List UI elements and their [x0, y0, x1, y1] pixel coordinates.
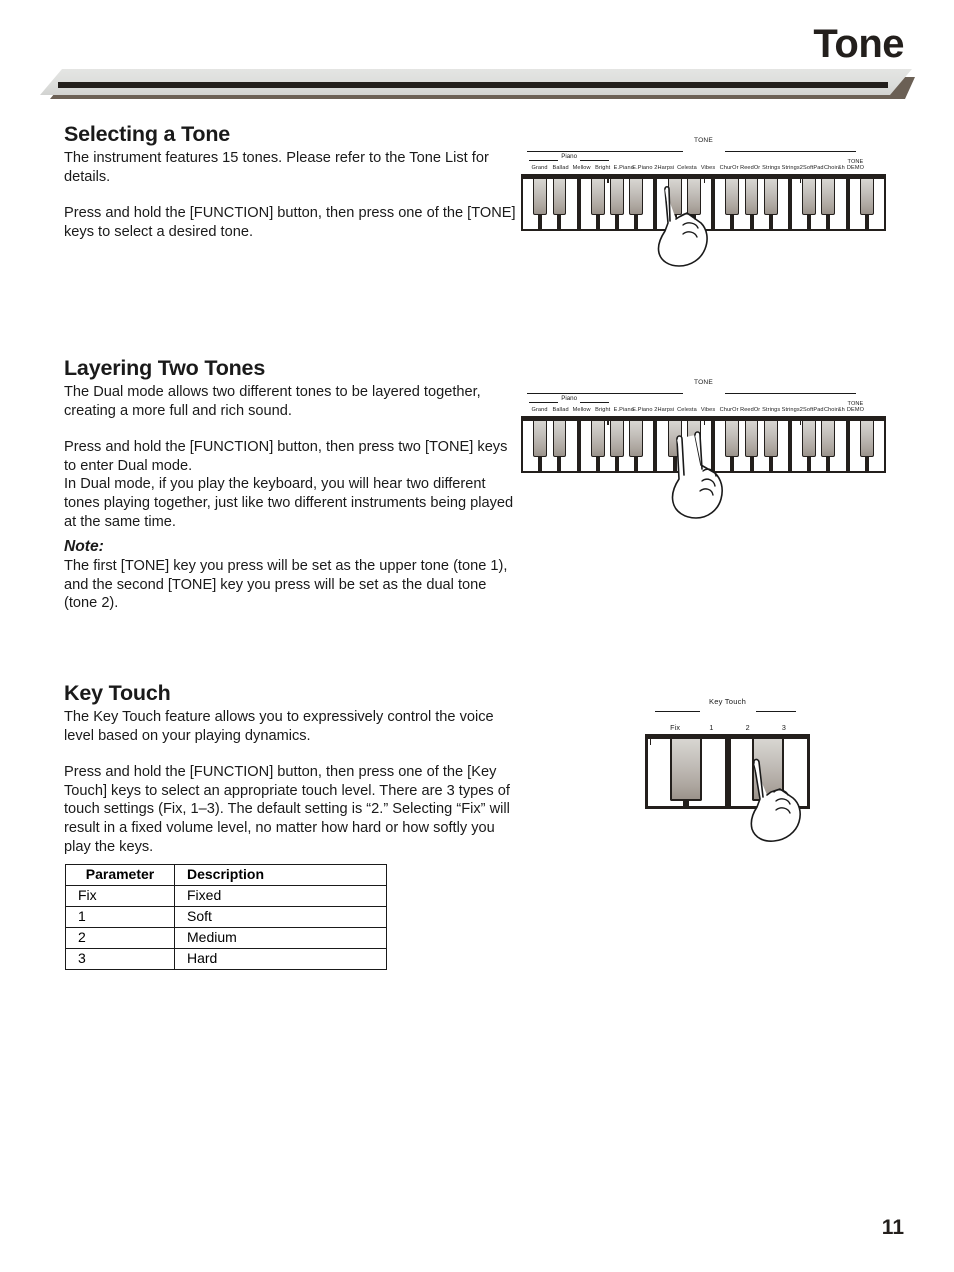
table-cell-parameter: 1 [65, 906, 175, 928]
tone-panel-labels-2: TONE Piano Grand Ballad Mellow Bright E.Piano E… [521, 379, 886, 416]
table-row: 1 Soft [65, 906, 387, 928]
heading-layering-two-tones: Layering Two Tones [64, 356, 266, 380]
table-cell-parameter: 3 [65, 948, 175, 970]
page-header: Tone [0, 0, 954, 115]
layering-paragraph-2: Press and hold the [FUNCTION] button, th… [64, 439, 514, 530]
tone-bracket-title: TONE [694, 137, 713, 144]
tone-demo-label-line2: DEMO [846, 407, 865, 414]
table-cell-description: Fixed [174, 885, 387, 907]
layering-paragraph-1: The Dual mode allows two different tones… [64, 384, 481, 419]
table-row: Fix Fixed [65, 885, 387, 907]
keyboard-octave-tick [607, 421, 609, 425]
header-decorative-ribbon [40, 69, 915, 101]
ribbon-body [40, 69, 912, 95]
figure-key-touch-panel: Key Touch Fix 1 2 3 [645, 697, 810, 842]
tone-bracket-line-right [724, 151, 856, 153]
hand-one-finger-icon [750, 758, 801, 842]
keytouch-paragraph-2: Press and hold the [FUNCTION] button, th… [64, 764, 510, 855]
page-title: Tone [813, 22, 904, 66]
tone-bracket-line-right [724, 393, 856, 395]
tone-bracket-line-left [527, 393, 683, 395]
black-key[interactable] [590, 179, 605, 215]
key-touch-parameter-table: Parameter Description Fix Fixed 1 Soft 2 Medi… [65, 864, 387, 970]
table-row: 2 Medium [65, 927, 387, 949]
piano-sub-bracket-title: Piano [561, 153, 578, 160]
black-key[interactable] [590, 421, 605, 457]
black-key[interactable] [763, 421, 778, 457]
page-footer: 11 [882, 1216, 904, 1240]
black-key[interactable] [629, 421, 644, 457]
hand-two-finger-icon [671, 431, 723, 519]
tone-demo-label: TONE DEMO [840, 401, 872, 414]
table-cell-parameter: 2 [65, 927, 175, 949]
heading-key-touch: Key Touch [64, 681, 171, 705]
keytouch-bracket-line-left [655, 711, 700, 713]
black-key[interactable] [859, 179, 874, 215]
black-key[interactable] [610, 421, 624, 457]
table-header-row: Parameter Description [65, 864, 387, 886]
tone-bracket-line-left [527, 151, 683, 153]
black-key[interactable] [744, 179, 759, 215]
tone-demo-label: TONE DEMO [840, 159, 872, 172]
black-key[interactable] [802, 179, 817, 215]
table-cell-description: Medium [174, 927, 387, 949]
piano-sub-bracket-line-left [529, 402, 559, 404]
keyboard-octave-tick [650, 739, 652, 745]
black-key[interactable] [533, 179, 548, 215]
tone-demo-label-line2: DEMO [846, 165, 865, 172]
tone-panel-labels-1: TONE Piano Grand Ballad Mellow Bright E.Piano E… [521, 137, 886, 174]
black-key[interactable] [821, 179, 836, 215]
figure-tone-layering-panel: TONE Piano Grand Ballad Mellow Bright E.Piano E… [521, 379, 886, 519]
selecting-paragraph-1: The instrument features 15 tones. Please… [64, 150, 489, 185]
tone-bracket-title: TONE [694, 379, 713, 386]
piano-sub-bracket-line-left [529, 160, 559, 162]
keytouch-key-label: Fix [670, 723, 681, 732]
black-key[interactable] [763, 179, 778, 215]
black-key[interactable] [821, 421, 836, 457]
keyboard-octave-tick [799, 421, 801, 425]
black-key[interactable] [669, 739, 702, 801]
black-key[interactable] [859, 421, 874, 457]
keytouch-panel-labels: Key Touch Fix 1 2 3 [645, 697, 810, 734]
keytouch-bracket-line-right [755, 711, 796, 713]
black-key[interactable] [552, 421, 567, 457]
section-selecting-a-tone: Selecting a Tone The instrument features… [64, 122, 519, 241]
selecting-paragraph-2: Press and hold the [FUNCTION] button, th… [64, 205, 516, 240]
table-header-parameter: Parameter [65, 864, 175, 886]
section-layering-two-tones: Layering Two Tones The Dual mode allows … [64, 356, 519, 531]
piano-sub-bracket-line-right [580, 402, 610, 404]
black-key[interactable] [610, 179, 624, 215]
keyboard-octave-tick [607, 179, 609, 183]
piano-sub-bracket-title: Piano [561, 395, 578, 402]
note-title: Note: [64, 538, 104, 555]
keytouch-bracket-title: Key Touch [708, 697, 747, 706]
keytouch-key-label: 2 [745, 723, 750, 732]
keytouch-key-label: 3 [781, 723, 786, 732]
table-row: 3 Hard [65, 948, 387, 970]
page-number: 11 [881, 1216, 904, 1239]
keytouch-key-label: 1 [709, 723, 714, 732]
black-key[interactable] [744, 421, 759, 457]
black-key[interactable] [725, 179, 740, 215]
black-key[interactable] [533, 421, 548, 457]
black-key[interactable] [802, 421, 817, 457]
section-key-touch: Key Touch The Key Touch feature allows y… [64, 681, 519, 856]
table-header-description: Description [174, 864, 387, 886]
table-cell-parameter: Fix [65, 885, 175, 907]
keytouch-paragraph-1: The Key Touch feature allows you to expr… [64, 709, 494, 744]
black-key[interactable] [552, 179, 567, 215]
figure-tone-selection-panel: TONE Piano Grand Ballad Mellow Bright E.Piano E… [521, 137, 886, 267]
table-cell-description: Soft [174, 906, 387, 928]
hand-one-finger-icon [657, 185, 708, 267]
piano-sub-bracket-line-right [580, 160, 610, 162]
section-note: Note: The first [TONE] key you press wil… [64, 538, 519, 613]
table-cell-description: Hard [174, 948, 387, 970]
note-body: The first [TONE] key you press will be s… [64, 558, 508, 612]
ribbon-bar [58, 82, 888, 88]
keyboard-octave-tick [799, 179, 801, 183]
black-key[interactable] [629, 179, 644, 215]
heading-selecting-a-tone: Selecting a Tone [64, 122, 231, 146]
